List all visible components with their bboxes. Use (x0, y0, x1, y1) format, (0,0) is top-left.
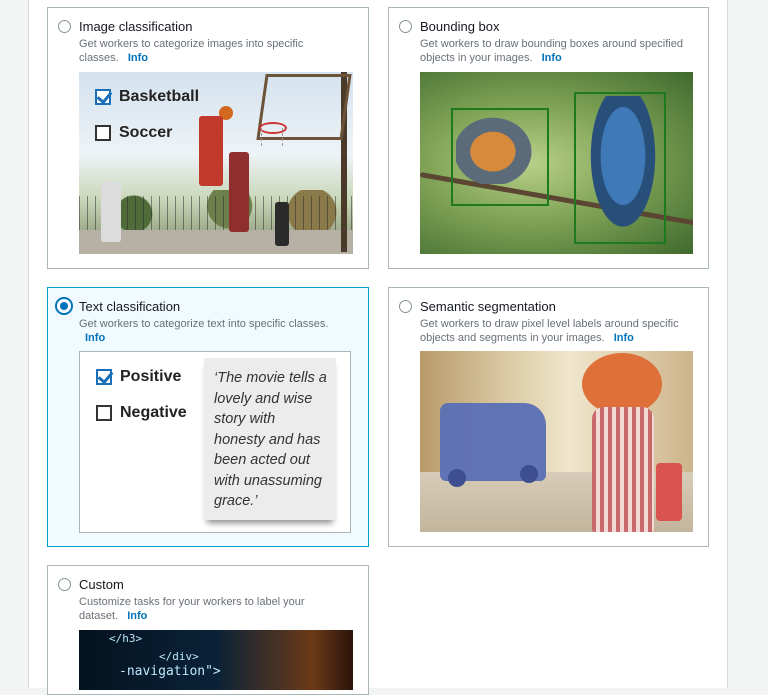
card-description: Customize tasks for your workers to labe… (79, 595, 334, 623)
quote-card: ‘The movie tells a lovely and wise story… (204, 358, 336, 520)
code-line: </h3> (109, 632, 143, 645)
label-option-basketball: Basketball (95, 88, 199, 106)
card-custom[interactable]: Custom Customize tasks for your workers … (47, 565, 369, 695)
label-option-positive: Positive (96, 368, 181, 386)
card-description-text: Get workers to categorize text into spec… (79, 318, 329, 330)
radio-semantic-segmentation[interactable] (399, 300, 412, 313)
card-description: Get workers to draw bounding boxes aroun… (420, 37, 695, 65)
card-description: Get workers to categorize text into spec… (79, 317, 334, 345)
radio-text-classification[interactable] (55, 297, 73, 315)
person-segment (582, 353, 662, 415)
label-option-soccer: Soccer (95, 124, 172, 142)
card-title: Semantic segmentation (420, 299, 556, 314)
card-description-text: Get workers to categorize images into sp… (79, 38, 304, 64)
card-text-classification[interactable]: Text classification Get workers to categ… (47, 287, 369, 547)
card-bounding-box[interactable]: Bounding box Get workers to draw boundin… (388, 7, 709, 269)
checkbox-unchecked-icon (96, 405, 112, 421)
card-semantic-segmentation[interactable]: Semantic segmentation Get workers to dra… (388, 287, 709, 547)
checkbox-unchecked-icon (95, 125, 111, 141)
text-classification-thumbnail: Positive Negative ‘The movie tells a lov… (79, 351, 351, 533)
checkbox-checked-icon (96, 369, 112, 385)
label-text: Soccer (119, 124, 173, 141)
info-link[interactable]: Info (614, 332, 634, 344)
info-link[interactable]: Info (127, 610, 147, 622)
bounding-box-overlay (451, 108, 549, 206)
custom-thumbnail: </h3> </div> -navigation"> (79, 630, 353, 690)
label-option-negative: Negative (96, 404, 187, 422)
semantic-segmentation-thumbnail (420, 351, 693, 532)
info-link[interactable]: Info (128, 52, 148, 64)
radio-custom[interactable] (58, 578, 71, 591)
card-description: Get workers to draw pixel level labels a… (420, 317, 695, 345)
card-title: Text classification (79, 299, 181, 314)
label-text: Negative (120, 404, 187, 421)
card-title: Bounding box (420, 19, 500, 34)
card-description-text: Customize tasks for your workers to labe… (79, 596, 305, 622)
card-title: Custom (79, 577, 124, 592)
bounding-box-thumbnail (420, 72, 693, 254)
card-description: Get workers to categorize images into sp… (79, 37, 334, 65)
label-text: Positive (120, 368, 182, 385)
info-link[interactable]: Info (85, 332, 105, 344)
code-line: </div> (159, 650, 199, 663)
card-title: Image classification (79, 19, 193, 34)
code-line: -navigation"> (119, 664, 221, 679)
image-classification-thumbnail: Basketball Soccer (79, 72, 353, 254)
checkbox-checked-icon (95, 89, 111, 105)
radio-bounding-box[interactable] (399, 20, 412, 33)
info-link[interactable]: Info (542, 52, 562, 64)
label-text: Basketball (119, 88, 200, 105)
radio-image-classification[interactable] (58, 20, 71, 33)
quote-text: ‘The movie tells a lovely and wise story… (214, 370, 327, 509)
card-description-text: Get workers to draw pixel level labels a… (420, 318, 679, 344)
card-image-classification[interactable]: Image classification Get workers to cate… (47, 7, 369, 269)
bounding-box-overlay (574, 92, 666, 244)
